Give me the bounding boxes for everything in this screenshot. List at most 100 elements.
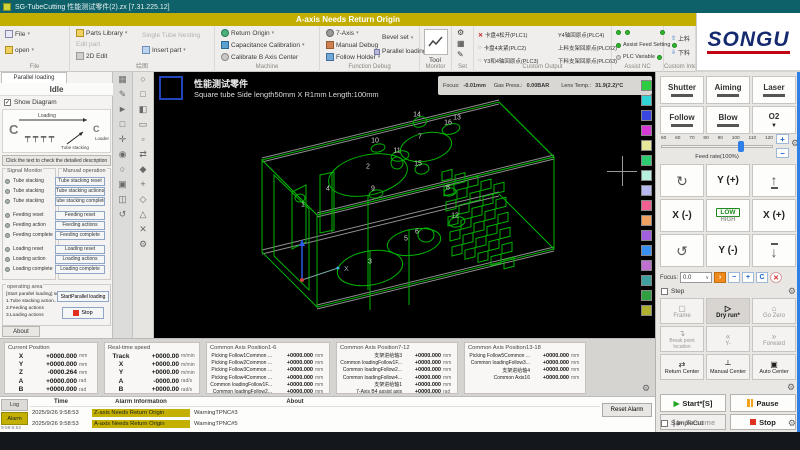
color-swatch[interactable] [641,245,652,256]
focus-plus-button[interactable]: + [742,272,754,283]
triangle-tool-icon[interactable]: △ [133,207,153,222]
lift-up-button[interactable]: ↑ [752,164,796,197]
calibrate-b-axis-button[interactable]: Calibrate B Axis Center [221,53,298,61]
focus-select[interactable]: 0.0∨ [680,272,712,283]
gear-icon[interactable]: ⚙ [787,382,795,393]
color-swatch[interactable] [641,110,652,121]
view-icon[interactable]: ◉ [113,147,132,162]
manual-operation-button[interactable]: Tube stacking actions [55,187,105,196]
alarm-row[interactable]: 2025/9/26 9:58:53 Z-axis Needs Return Or… [30,407,600,418]
color-swatch[interactable] [641,290,652,301]
rotate-view-icon[interactable]: ↺ [113,207,132,222]
color-swatch[interactable] [641,200,652,211]
color-swatch[interactable] [641,95,652,106]
parallel-loading-button[interactable]: Parallel loading▾ [374,48,431,55]
follow-holder-button[interactable]: Follow Holder▾ [326,53,380,61]
o2-button[interactable]: O2▼ [752,106,796,134]
blow-button[interactable]: Blow [706,106,750,134]
parts-library-button[interactable]: Parts Library▾ [76,29,127,37]
manual-operation-button[interactable]: Tube stacking complete [55,197,105,206]
frame-button[interactable]: ▢Frame [660,298,704,324]
speed-low-high-toggle[interactable]: LOWHIGH [706,199,750,232]
return-center-button[interactable]: ⇄Return Center [660,354,704,380]
tab-alarm[interactable]: Alarm [1,412,28,425]
manual-operation-button[interactable]: Loading actions [55,255,105,264]
swap-icon[interactable]: ⇄ [133,147,153,162]
jog-x-minus-button[interactable]: X (-) [660,199,704,232]
cross-tool-icon[interactable]: + [133,177,153,192]
open-button[interactable]: open▾ [5,46,34,54]
focus-refresh-button[interactable]: C [756,272,768,283]
zoom-icon[interactable]: ○ [113,162,132,177]
stop-loading-button[interactable]: Stop [62,307,104,319]
manual-operation-button[interactable]: Feeding complete [55,231,105,240]
manual-operation-button[interactable]: Feeding reset [55,211,105,220]
load-up-button[interactable]: ⇧上料 [671,34,690,43]
edit-icon[interactable]: ✎ [113,87,132,102]
custom-output-item[interactable]: ○ 卡盘4夹紧(PLC2) [478,44,526,52]
plc63-output[interactable]: 下料支架回原点(PLC63) [558,57,617,65]
manual-operation-button[interactable]: Feeding actions [55,221,105,230]
plc4-output[interactable]: Y4轴回原点(PLC4) [558,31,604,39]
manual-operation-button[interactable]: Tube stacking reset [55,177,105,186]
manual-debug-button[interactable]: Manual Debug [326,41,378,49]
color-swatch[interactable] [641,215,652,226]
color-swatch[interactable] [641,155,652,166]
polygon-tool-icon[interactable]: ◇ [133,192,153,207]
feed-rate-slider[interactable] [661,145,773,148]
capacitance-calibration-button[interactable]: Capacitance Calibration▾ [221,41,305,49]
feed-plus-button[interactable]: + [776,134,789,144]
insert-part-button[interactable]: Insert part▾ [142,46,186,54]
shutter-button[interactable]: Shutter [660,76,704,104]
assist-feed-setting-button[interactable]: Assist Feed Setting [616,42,677,48]
focus-cancel-button[interactable]: ✕ [770,272,782,283]
return-origin-button[interactable]: Return Origin▾ [221,29,274,37]
alarm-row[interactable]: 2025/9/26 9:58:53 A-axis Needs Return Or… [30,418,600,429]
tab-parallel-loading[interactable]: Parallel loading [1,72,67,83]
box-select-icon[interactable]: □ [113,117,132,132]
settings-icon[interactable]: ⚙ [133,237,153,252]
color-swatch[interactable] [641,125,652,136]
single-tube-nesting-button[interactable]: Single Tube Nesting [142,32,200,39]
forward-button[interactable]: »Forward [752,326,796,352]
half-rect-icon[interactable]: ◧ [133,102,153,117]
color-swatch[interactable] [641,305,652,316]
pan-icon[interactable]: ✛ [113,132,132,147]
custom-output-item[interactable]: ○ Y3和4轴回原点(PLC3) [478,57,538,65]
jog-x-plus-button[interactable]: X (+) [752,199,796,232]
rect-tool-icon[interactable]: □ [133,87,153,102]
auto-center-button[interactable]: ▣Auto Center [752,354,796,380]
rotate-a-plus-button[interactable]: ↻ [660,164,704,197]
color-swatch[interactable] [641,140,652,151]
manual-operation-button[interactable]: Loading reset [55,245,105,254]
step-checkbox[interactable]: Step ⚙ [661,286,796,297]
gear-icon[interactable]: ⚙ [788,418,796,429]
load-down-button[interactable]: ⇩下料 [671,48,690,57]
file-button[interactable]: File▾ [5,30,30,38]
small-rect-icon[interactable]: ▫ [133,132,153,147]
tool-monitor-button[interactable] [424,29,448,55]
pause-button[interactable]: Pause [730,394,796,412]
show-diagram-checkbox[interactable]: ✓ Show Diagram [4,99,57,106]
sample-cut-checkbox[interactable]: SampleCut ⚙ [661,418,796,429]
color-swatch[interactable] [641,170,652,181]
set-tool3-button[interactable]: ✎ [457,50,464,59]
rotate-a-minus-button[interactable]: ↺ [660,234,704,267]
plc62-output[interactable]: 上料支架回原点(PLC62) [558,44,617,52]
bevel-set-button[interactable]: Bevel set▾ [382,34,413,41]
fit-view-icon[interactable]: ▣ [113,177,132,192]
start-button[interactable]: ▶Start*[S] [660,394,726,412]
start-parallel-loading-button[interactable]: StartParallel loading [57,291,109,302]
drawing-canvas[interactable]: X 12345678910111213141516 性能测试零件 Square … [154,72,655,338]
reset-alarm-button[interactable]: Reset Alarm [602,403,652,417]
follow-button[interactable]: Follow [660,106,704,134]
circle-tool-icon[interactable]: ○ [133,72,153,87]
delete-icon[interactable]: ✕ [133,222,153,237]
gear-icon[interactable]: ⚙ [642,383,650,394]
color-swatch[interactable] [641,275,652,286]
manual-operation-button[interactable]: Loading complete [55,265,105,274]
set-tool2-button[interactable]: ▦ [457,39,465,48]
focus-apply-button[interactable]: › [714,272,726,283]
plc-variable-button[interactable]: PLC Variable [616,54,662,60]
gear-icon[interactable]: ⚙ [788,286,796,297]
